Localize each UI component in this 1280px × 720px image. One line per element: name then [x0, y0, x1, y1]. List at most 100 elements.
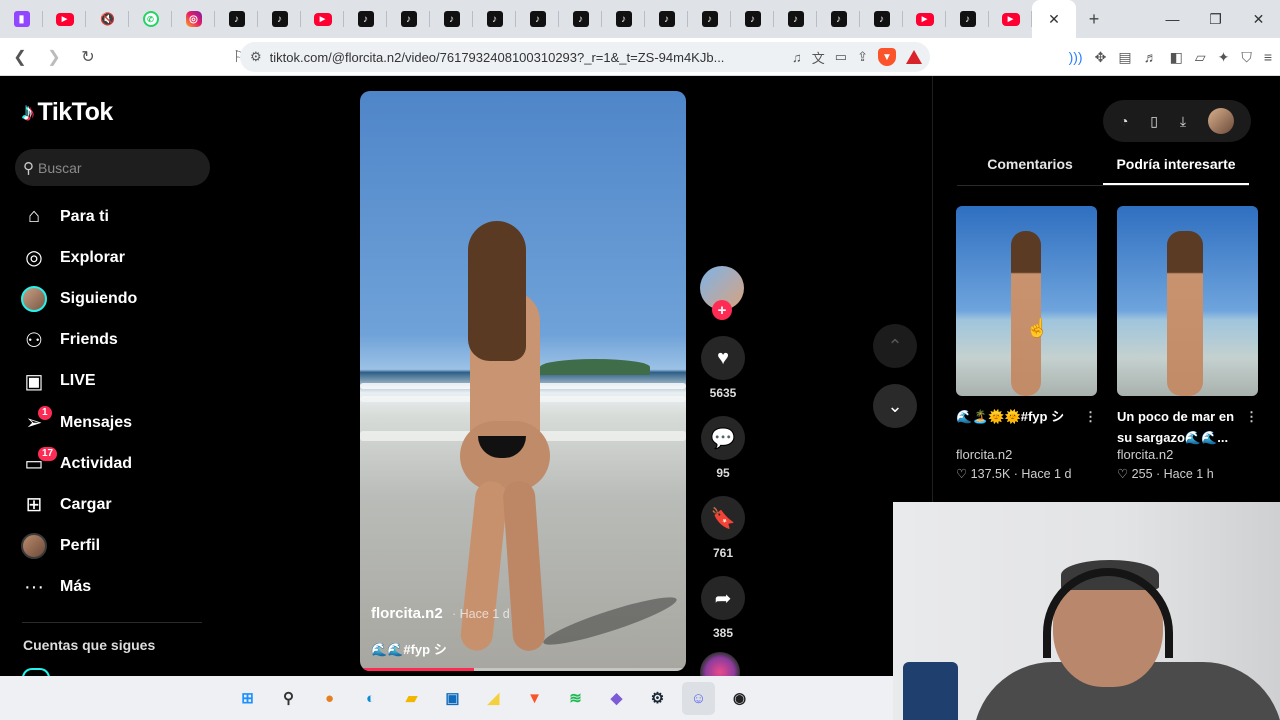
- browser-tab[interactable]: ♪: [946, 0, 989, 38]
- music-disc-icon[interactable]: [700, 652, 740, 676]
- browser-tab[interactable]: ♪: [430, 0, 473, 38]
- colorful-app-icon[interactable]: ●: [313, 682, 346, 715]
- browser-tab[interactable]: ◎: [172, 0, 215, 38]
- browser-tab[interactable]: ▶: [903, 0, 946, 38]
- suggested-video-thumbnail[interactable]: [956, 206, 1097, 396]
- sidebar-item-mensajes[interactable]: ➢ 1 Mensajes: [18, 402, 218, 443]
- suggested-video-thumbnail[interactable]: [1117, 206, 1258, 396]
- browser-tab[interactable]: ♪: [473, 0, 516, 38]
- bookmark-save-icon[interactable]: 🔖: [701, 496, 745, 540]
- sticky-notes-icon[interactable]: ◢: [477, 682, 510, 715]
- sidebar-item-friends[interactable]: ⚇ Friends: [18, 320, 218, 361]
- browser-tab[interactable]: ▶: [43, 0, 86, 38]
- video-caption[interactable]: 🌊🌊#fyp シ: [371, 639, 447, 658]
- search-box[interactable]: ⚲: [15, 149, 210, 186]
- tab-podria-interesarte[interactable]: Podría interesarte: [1103, 156, 1249, 185]
- browser-tab[interactable]: ♪: [344, 0, 387, 38]
- browser-tab[interactable]: ♪: [688, 0, 731, 38]
- tab-comentarios[interactable]: Comentarios: [957, 156, 1103, 185]
- suggested-video-card[interactable]: 🌊🏝️🌞🌞#fyp シ ⋮ florcita.n2 ♡ 137.5K · Hace…: [956, 206, 1097, 481]
- sidebar-item-explorar[interactable]: ◎ Explorar: [18, 237, 218, 278]
- browser-tab[interactable]: ▮: [0, 0, 43, 38]
- browser-tab[interactable]: ♪: [516, 0, 559, 38]
- discord-icon[interactable]: ☺: [682, 681, 715, 715]
- video-progress-bar[interactable]: [360, 668, 686, 671]
- browser-tab[interactable]: ♪: [645, 0, 688, 38]
- more-options-icon[interactable]: ⋮: [1084, 406, 1097, 427]
- close-tab-icon[interactable]: ✕: [1048, 11, 1060, 28]
- download-icon[interactable]: ⤓: [1180, 113, 1186, 130]
- restore-icon[interactable]: ❐: [1194, 0, 1237, 38]
- active-tab[interactable]: ✕: [1032, 0, 1076, 38]
- like-heart-icon[interactable]: ♥: [701, 336, 745, 380]
- phone-app-icon[interactable]: ▯: [1150, 113, 1158, 130]
- sidebar-item-para-ti[interactable]: ⌂ Para ti: [18, 196, 218, 237]
- url-text[interactable]: tiktok.com/@florcita.n2/video/7617932408…: [270, 50, 730, 65]
- menu-icon[interactable]: ≡: [1264, 49, 1272, 65]
- brave-shield-icon[interactable]: ▼: [878, 48, 896, 66]
- sidebar-item-actividad[interactable]: ▭ 17 Actividad: [18, 443, 218, 484]
- wallet-icon[interactable]: ▱: [1195, 49, 1206, 66]
- sidebar-item-perfil[interactable]: Perfil: [18, 526, 218, 567]
- sound-wave-icon[interactable]: ))): [1069, 49, 1083, 65]
- new-tab-button[interactable]: +: [1076, 0, 1112, 38]
- reading-list-icon[interactable]: ▤: [1118, 49, 1131, 66]
- windows-start-icon[interactable]: ⊞: [231, 682, 264, 715]
- browser-tab[interactable]: ♪: [860, 0, 903, 38]
- video-player[interactable]: florcita.n2 · Hace 1 d 🌊🌊#fyp シ: [360, 91, 686, 671]
- sidebar-item-más[interactable]: ··· Más: [18, 567, 218, 608]
- follow-plus-icon[interactable]: +: [712, 300, 732, 320]
- edge-icon[interactable]: ◐: [354, 682, 387, 715]
- spotify-icon[interactable]: ≋: [559, 682, 592, 715]
- browser-tab[interactable]: ♪: [602, 0, 645, 38]
- suggested-video-title[interactable]: Un poco de mar en su sargazo🌊🌊... ⋮: [1117, 406, 1258, 448]
- browser-tab[interactable]: ✆: [129, 0, 172, 38]
- suggested-video-title[interactable]: 🌊🏝️🌞🌞#fyp シ ⋮: [956, 406, 1097, 448]
- profile-avatar[interactable]: [1208, 108, 1234, 134]
- back-icon[interactable]: ❮: [6, 43, 34, 71]
- cast-icon[interactable]: ▭: [835, 49, 847, 65]
- browser-tab[interactable]: ♪: [258, 0, 301, 38]
- steam-icon[interactable]: ⚙: [641, 682, 674, 715]
- minimize-icon[interactable]: —: [1151, 0, 1194, 38]
- tiktok-logo[interactable]: ♪ TikTok: [22, 98, 113, 127]
- obs-icon[interactable]: ◉: [723, 682, 756, 715]
- browser-tab[interactable]: ♪: [387, 0, 430, 38]
- file-explorer-icon[interactable]: ▰: [395, 682, 428, 715]
- sidebar-icon[interactable]: ◧: [1170, 49, 1183, 66]
- no-audio-icon[interactable]: ♫: [792, 50, 802, 65]
- browser-tab[interactable]: ▶: [301, 0, 344, 38]
- store-icon[interactable]: ▣: [436, 682, 469, 715]
- translate-icon[interactable]: 文: [812, 48, 825, 67]
- previous-video-chevron-up-icon[interactable]: ⌃: [873, 324, 917, 368]
- vpn-shield-icon[interactable]: ⛉: [1241, 49, 1252, 66]
- followed-account-avatar[interactable]: [22, 668, 50, 676]
- search-input[interactable]: [38, 159, 188, 176]
- site-info-icon[interactable]: ⚙: [250, 49, 262, 65]
- comment-icon[interactable]: 💬: [701, 416, 745, 460]
- browser-tab[interactable]: ♪: [731, 0, 774, 38]
- creator-avatar[interactable]: +: [700, 266, 744, 320]
- brave-icon[interactable]: ▼: [518, 682, 551, 715]
- more-options-icon[interactable]: ⋮: [1245, 406, 1258, 427]
- sidebar-item-cargar[interactable]: ⊞ Cargar: [18, 484, 218, 525]
- sidebar-item-live[interactable]: ▣ LIVE: [18, 361, 218, 402]
- browser-tab[interactable]: ♪: [215, 0, 258, 38]
- brave-rewards-icon[interactable]: [906, 50, 922, 64]
- suggested-video-author[interactable]: florcita.n2: [1117, 447, 1258, 462]
- suggested-video-author[interactable]: florcita.n2: [956, 447, 1097, 462]
- leo-ai-icon[interactable]: ✦: [1218, 49, 1230, 66]
- browser-tab[interactable]: 🔇: [86, 0, 129, 38]
- sidebar-item-siguiendo[interactable]: Siguiendo: [18, 278, 218, 319]
- video-author[interactable]: florcita.n2: [371, 605, 443, 622]
- coins-icon[interactable]: ◔: [1120, 113, 1128, 129]
- browser-tab[interactable]: ♪: [774, 0, 817, 38]
- next-video-chevron-down-icon[interactable]: ⌄: [873, 384, 917, 428]
- search-icon[interactable]: ⚲: [272, 682, 305, 715]
- reload-icon[interactable]: ↻: [74, 43, 102, 71]
- browser-tab[interactable]: ♪: [817, 0, 860, 38]
- suggested-video-card[interactable]: Un poco de mar en su sargazo🌊🌊... ⋮ florc…: [1117, 206, 1258, 481]
- share-icon[interactable]: ⇪: [857, 49, 868, 65]
- address-bar[interactable]: ⚙ tiktok.com/@florcita.n2/video/76179324…: [240, 42, 930, 72]
- share-arrow-icon[interactable]: ➦: [701, 576, 745, 620]
